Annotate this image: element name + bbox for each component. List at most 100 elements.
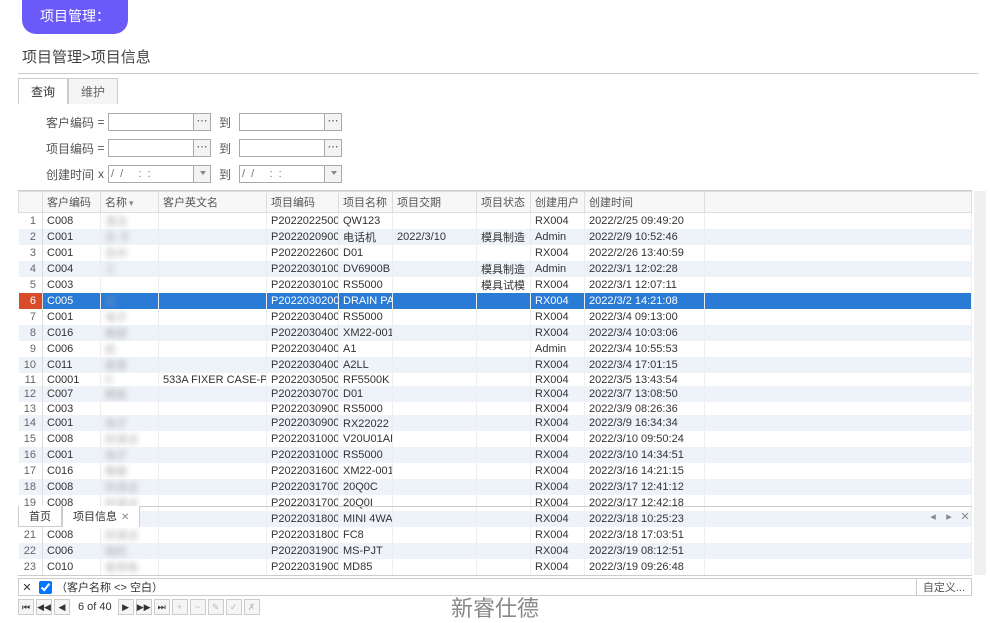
cell-time: 2022/3/9 08:26:36 — [585, 402, 705, 415]
grid-header-row: 客户编码 名称▾ 客户英文名 项目编码 项目名称 项目交期 项目状态 创建用户 … — [19, 192, 972, 213]
table-row[interactable]: 11C0001D533A FIXER CASE-PBAP20220305002R… — [19, 373, 972, 386]
table-row[interactable]: 22C006缩机P20220319001MS-PJTRX0042022/3/19… — [19, 543, 972, 559]
clear-filter-icon[interactable]: ✕ — [19, 581, 35, 594]
table-row[interactable]: 15C008的清洁P20220310001V20U01ADS3NRX004202… — [19, 431, 972, 447]
cell-en — [159, 402, 267, 415]
nav-nextpage-icon[interactable]: ▶▶ — [136, 599, 152, 615]
nav-prevpage-icon[interactable]: ◀◀ — [36, 599, 52, 615]
nav-first-icon[interactable]: ⏮ — [18, 599, 34, 615]
dropdown-icon[interactable] — [193, 165, 211, 183]
col-stat[interactable]: 项目状态 — [477, 192, 531, 213]
vertical-scrollbar[interactable] — [974, 191, 986, 575]
picker-icon[interactable]: ⋯ — [324, 113, 342, 131]
nav-next-icon[interactable]: ▶ — [118, 599, 134, 615]
table-row[interactable]: 17C016橡塑P20220316001XM22-001RX0042022/3/… — [19, 463, 972, 479]
col-cust[interactable]: 客户编码 — [43, 192, 101, 213]
picker-icon[interactable]: ⋯ — [193, 139, 211, 157]
cell-en — [159, 386, 267, 402]
cell-pname: XM22-001 — [339, 325, 393, 341]
cell-spacer — [705, 261, 972, 277]
cell-pcode: P20220319002 — [267, 559, 339, 575]
doctab-project-info[interactable]: 项目信息✕ — [62, 506, 140, 528]
filter-proj-to[interactable] — [239, 139, 325, 157]
nav-del-icon: − — [190, 599, 206, 615]
col-user[interactable]: 创建用户 — [531, 192, 585, 213]
table-row[interactable]: 16C001电子P20220310002RS5000RX0042022/3/10… — [19, 447, 972, 463]
filter-proj-from[interactable] — [108, 139, 194, 157]
filter-time-to[interactable] — [239, 165, 325, 183]
cell-user: RX004 — [531, 309, 585, 325]
cell-time: 2022/3/5 13:43:54 — [585, 373, 705, 386]
nav-last-icon[interactable]: ⏭ — [154, 599, 170, 615]
custom-filter-button[interactable]: 自定义... — [916, 579, 971, 595]
tab-scroll-right-icon[interactable]: ▸ — [942, 510, 956, 523]
table-row[interactable]: 9C006机P20220304003A1Admin2022/3/4 10:55:… — [19, 341, 972, 357]
cell-en — [159, 293, 267, 309]
cell-pcode: P20220226003 — [267, 245, 339, 261]
table-row[interactable]: 7C001电子P20220304001RS5000RX0042022/3/4 0… — [19, 309, 972, 325]
cell-due — [393, 431, 477, 447]
filter-time-from[interactable] — [108, 165, 194, 183]
tab-maintain[interactable]: 维护 — [68, 78, 118, 104]
col-rownum[interactable] — [19, 192, 43, 213]
table-row[interactable]: 12C007鹏股P20220307001D01RX0042022/3/7 13:… — [19, 386, 972, 402]
table-row[interactable]: 10C011麦普P20220304004A2LLRX0042022/3/4 17… — [19, 357, 972, 373]
cell-en — [159, 213, 267, 230]
col-pcode[interactable]: 项目编码 — [267, 192, 339, 213]
tab-query[interactable]: 查询 — [18, 78, 68, 104]
filter-cust-from[interactable] — [108, 113, 194, 131]
cell-en — [159, 463, 267, 479]
table-row[interactable]: 4C004三P20220301001DV6900B模具制造Admin2022/3… — [19, 261, 972, 277]
cell-pcode: P20220309001 — [267, 402, 339, 415]
cell-spacer — [705, 341, 972, 357]
table-row[interactable]: 2C001苏 子P20220209001电话机2022/3/10模具制造Admi… — [19, 229, 972, 245]
cell-due — [393, 447, 477, 463]
cell-time: 2022/3/1 12:07:11 — [585, 277, 705, 293]
picker-icon[interactable]: ⋯ — [324, 139, 342, 157]
cell-name: 的清洁 — [101, 479, 159, 495]
cell-time: 2022/3/19 08:12:51 — [585, 543, 705, 559]
cell-pcode: P20220318002 — [267, 527, 339, 543]
filter-checkbox[interactable] — [39, 581, 52, 594]
table-row[interactable]: 1C008清洁P20220225001QW123RX0042022/2/25 0… — [19, 213, 972, 230]
view-tabs: 查询维护 — [18, 78, 990, 104]
cell-pname: RS5000 — [339, 309, 393, 325]
dropdown-icon[interactable] — [324, 165, 342, 183]
cell-cust: C016 — [43, 463, 101, 479]
table-row[interactable]: 13C003P20220309001RS5000RX0042022/3/9 08… — [19, 402, 972, 415]
table-row[interactable]: 14C001电子P20220309002RX22022（脚RX0042022/3… — [19, 415, 972, 431]
cell-name: 缩机 — [101, 543, 159, 559]
table-row[interactable]: 3C001苏州P20220226003D01RX0042022/2/26 13:… — [19, 245, 972, 261]
col-pname[interactable]: 项目名称 — [339, 192, 393, 213]
table-row[interactable]: 6C005三P20220302001DRAIN PAN-TCRX0042022/… — [19, 293, 972, 309]
nav-prev-icon[interactable]: ◀ — [54, 599, 70, 615]
picker-icon[interactable]: ⋯ — [193, 113, 211, 131]
cell-pname: D01 — [339, 245, 393, 261]
table-row[interactable]: 8C016橡塑P20220304002XM22-001RX0042022/3/4… — [19, 325, 972, 341]
table-row[interactable]: 5C003P20220301002RS5000模具试模RX0042022/3/1… — [19, 277, 972, 293]
tab-scroll-left-icon[interactable]: ◂ — [926, 510, 940, 523]
cell-user: Admin — [531, 261, 585, 277]
table-row[interactable]: 21C008的清洁P20220318002FC8RX0042022/3/18 1… — [19, 527, 972, 543]
table-row[interactable]: 23C010家用电P20220319002MD85RX0042022/3/19 … — [19, 559, 972, 575]
col-en[interactable]: 客户英文名 — [159, 192, 267, 213]
cell-pcode: P20220302001 — [267, 293, 339, 309]
tab-close-all-icon[interactable]: ✕ — [958, 510, 972, 523]
close-icon[interactable]: ✕ — [121, 512, 129, 523]
cell-user: RX004 — [531, 277, 585, 293]
col-name[interactable]: 名称▾ — [101, 192, 159, 213]
cell-pcode: P20220309002 — [267, 415, 339, 431]
table-row[interactable]: 18C008的清洁P2022031700120Q0CRX0042022/3/17… — [19, 479, 972, 495]
doctab-home[interactable]: 首页 — [18, 506, 62, 527]
cell-stat — [477, 325, 531, 341]
cell-en — [159, 309, 267, 325]
filter-proj-label: 项目编码 — [38, 140, 94, 157]
cell-pname: MS-PJT — [339, 543, 393, 559]
module-button[interactable]: 项目管理： — [22, 0, 128, 34]
cell-due — [393, 386, 477, 402]
col-due[interactable]: 项目交期 — [393, 192, 477, 213]
filter-icon[interactable]: ▾ — [129, 198, 134, 208]
filter-cust-to[interactable] — [239, 113, 325, 131]
cell-cust: C007 — [43, 386, 101, 402]
col-time[interactable]: 创建时间 — [585, 192, 705, 213]
